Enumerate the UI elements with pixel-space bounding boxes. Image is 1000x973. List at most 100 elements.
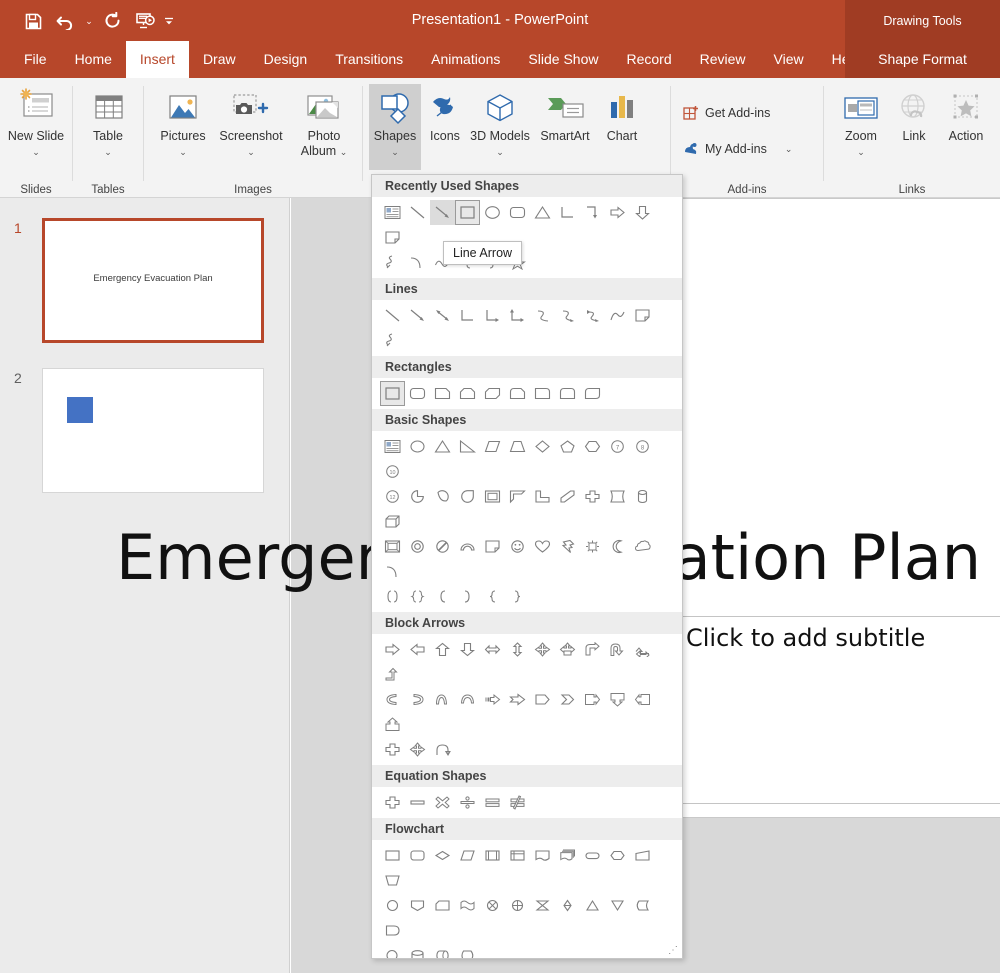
shape-flowchart-alternate-process[interactable]: [405, 843, 430, 868]
tab-shape-format[interactable]: Shape Format: [864, 41, 981, 78]
shape-hexagon[interactable]: [580, 434, 605, 459]
shape-multiply[interactable]: [430, 790, 455, 815]
tab-insert[interactable]: Insert: [125, 41, 189, 78]
shapes-gallery-dropdown[interactable]: Recently Used Shapes Lines Rectangles Ba…: [371, 174, 683, 959]
shape-text-box[interactable]: [380, 434, 405, 459]
shape-curved-down-arrow[interactable]: [455, 687, 480, 712]
shape-teardrop[interactable]: [455, 484, 480, 509]
shape-connector-curved-double-arrow[interactable]: [580, 303, 605, 328]
shape-heptagon[interactable]: 7: [605, 434, 630, 459]
new-slide-button[interactable]: New Slide ⌄: [5, 84, 67, 170]
shape-chevron[interactable]: [555, 687, 580, 712]
shape-flowchart-predefined-process[interactable]: [480, 843, 505, 868]
shape-decagon[interactable]: 10: [380, 459, 405, 484]
shape-connector-curved[interactable]: [530, 303, 555, 328]
shape-diamond[interactable]: [530, 434, 555, 459]
shape-down-arrow-callout[interactable]: [605, 687, 630, 712]
shape-rounded-rectangle[interactable]: [405, 381, 430, 406]
shape-folded-corner[interactable]: [380, 225, 405, 250]
chevron-down-icon[interactable]: ⌄: [247, 147, 255, 157]
shape-freeform-scribble[interactable]: [380, 250, 405, 275]
shape-snip-same-side-corner-rectangle[interactable]: [455, 381, 480, 406]
shape-flowchart-document[interactable]: [530, 843, 555, 868]
shape-oval[interactable]: [405, 434, 430, 459]
chevron-down-icon[interactable]: ⌄: [496, 147, 504, 157]
shape-line-arrow[interactable]: [430, 200, 455, 225]
chart-button[interactable]: Chart: [597, 84, 647, 170]
shape-flowchart-card[interactable]: [430, 893, 455, 918]
shape-snip-and-round-single-corner-rectangle[interactable]: [505, 381, 530, 406]
shape-plaque[interactable]: [605, 484, 630, 509]
shape-chord[interactable]: [430, 484, 455, 509]
shape-pentagon-arrow[interactable]: [530, 687, 555, 712]
shape-text-box[interactable]: [380, 200, 405, 225]
shape-freeform-shape[interactable]: [630, 303, 655, 328]
shape-parallelogram[interactable]: [480, 434, 505, 459]
shape-up-arrow[interactable]: [430, 637, 455, 662]
shape-down-arrow[interactable]: [630, 200, 655, 225]
shape-flowchart-punched-tape[interactable]: [455, 893, 480, 918]
shape-right-arrow[interactable]: [380, 637, 405, 662]
shape-flowchart-internal-storage[interactable]: [505, 843, 530, 868]
chevron-down-icon[interactable]: ⌄: [179, 147, 187, 157]
shape-connector-curved-arrow[interactable]: [555, 303, 580, 328]
get-addins-button[interactable]: Get Add-ins: [683, 100, 770, 126]
tab-transitions[interactable]: Transitions: [321, 41, 417, 78]
thumbnail-slide-1[interactable]: Emergency Evacuation Plan: [42, 218, 264, 343]
shape-flowchart-decision[interactable]: [430, 843, 455, 868]
shape-can[interactable]: [630, 484, 655, 509]
shape-up-down-arrow[interactable]: [505, 637, 530, 662]
shape-moon[interactable]: [605, 534, 630, 559]
shape-right-arrow-callout[interactable]: [580, 687, 605, 712]
photo-album-button[interactable]: Photo Album ⌄: [290, 84, 358, 170]
chevron-down-icon[interactable]: ⌄: [785, 144, 793, 154]
shape-curved-left-arrow[interactable]: [380, 687, 405, 712]
shape-l-shape[interactable]: [530, 484, 555, 509]
resize-grip-icon[interactable]: ⋰: [668, 945, 678, 956]
chevron-down-icon[interactable]: ⌄: [391, 147, 399, 157]
shape-pie[interactable]: [405, 484, 430, 509]
shape-curved-up-arrow[interactable]: [430, 687, 455, 712]
shape-flowchart-magnetic-disk[interactable]: [405, 943, 430, 958]
tab-view[interactable]: View: [760, 41, 818, 78]
shape-isosceles-triangle[interactable]: [530, 200, 555, 225]
shape-elbow-connector[interactable]: [555, 200, 580, 225]
action-button[interactable]: Action: [938, 84, 994, 170]
shape-oval[interactable]: [480, 200, 505, 225]
screenshot-button[interactable]: Screenshot ⌄: [214, 84, 288, 170]
shape-sun[interactable]: [580, 534, 605, 559]
smartart-button[interactable]: SmartArt: [533, 84, 597, 170]
shape-flowchart-direct-access-storage[interactable]: [430, 943, 455, 958]
zoom-button[interactable]: Zoom ⌄: [832, 84, 890, 170]
shape-arc[interactable]: [380, 559, 405, 584]
shape-flowchart-data[interactable]: [455, 843, 480, 868]
shape-rounded-rectangle[interactable]: [505, 200, 530, 225]
tab-file[interactable]: File: [10, 41, 61, 78]
shape-no-symbol[interactable]: [430, 534, 455, 559]
shape-cross-arrow[interactable]: [380, 737, 405, 762]
shape-isosceles-triangle[interactable]: [430, 434, 455, 459]
shape-heart[interactable]: [530, 534, 555, 559]
shape-minus[interactable]: [405, 790, 430, 815]
shape-four-way-arrow[interactable]: [530, 637, 555, 662]
shape-flowchart-multidocument[interactable]: [555, 843, 580, 868]
shape-flowchart-summing-junction[interactable]: [480, 893, 505, 918]
shape-flowchart-extract[interactable]: [580, 893, 605, 918]
shape-left-arrow[interactable]: [405, 637, 430, 662]
table-button[interactable]: Table ⌄: [77, 84, 139, 170]
shape-bent-arrow[interactable]: [580, 637, 605, 662]
shape-rectangle[interactable]: [455, 200, 480, 225]
shape-line-arrow[interactable]: [405, 303, 430, 328]
shape-double-brace[interactable]: [405, 584, 430, 609]
shape-quad-arrow-callout[interactable]: [555, 637, 580, 662]
shape-block-arc[interactable]: [455, 534, 480, 559]
shape-line[interactable]: [405, 200, 430, 225]
shape-lightning-bolt[interactable]: [555, 534, 580, 559]
shape-flowchart-process[interactable]: [380, 843, 405, 868]
shape-flowchart-delay[interactable]: [380, 918, 405, 943]
tab-home[interactable]: Home: [61, 41, 126, 78]
shape-frame[interactable]: [480, 484, 505, 509]
shape-flowchart-or[interactable]: [505, 893, 530, 918]
shape-flowchart-stored-data[interactable]: [630, 893, 655, 918]
shape-connector-elbow[interactable]: [455, 303, 480, 328]
